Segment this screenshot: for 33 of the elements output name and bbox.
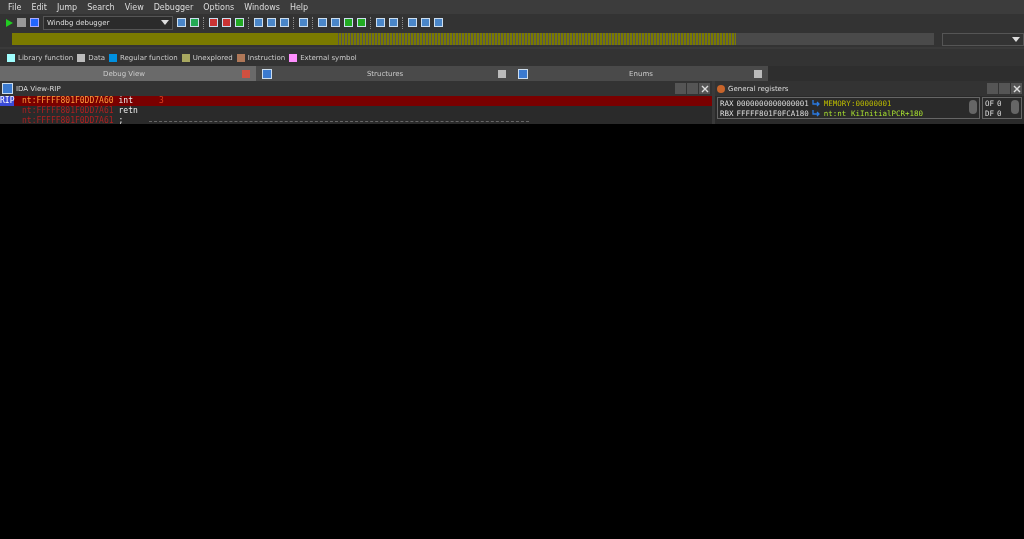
menu-item[interactable]: Search — [82, 2, 120, 12]
code-line[interactable]: nt:FFFFF801F0DD7A61 retn — [0, 106, 712, 116]
table-icon — [262, 68, 272, 79]
arrow-icon — [811, 99, 821, 107]
mnemonic: int — [118, 96, 133, 106]
mnemonic: ; — [118, 116, 124, 124]
close-icon[interactable] — [1011, 83, 1022, 94]
menu-item[interactable]: Options — [198, 2, 240, 12]
code-address: nt:FFFFF801F0DD7A60 — [22, 96, 114, 106]
navigation-band-drawing[interactable] — [12, 33, 934, 45]
menu-item[interactable]: Debugger — [148, 2, 199, 12]
menu-item[interactable]: Edit — [26, 2, 52, 12]
menu-item[interactable]: Help — [284, 2, 314, 12]
stop-icon[interactable] — [30, 18, 39, 27]
mnemonic: retn — [118, 106, 138, 116]
dropdown-field[interactable] — [942, 32, 1024, 46]
menu-item[interactable]: Windows — [239, 2, 285, 12]
window-icon[interactable] — [299, 18, 308, 27]
arrow-icon — [811, 109, 821, 117]
code-address: nt:FFFFF801F0DD7A61 — [22, 106, 114, 116]
scrollbar-thumb[interactable] — [1011, 100, 1019, 114]
menu-item[interactable]: File — [3, 2, 27, 12]
close-icon[interactable] — [754, 69, 762, 78]
table-icon — [518, 68, 528, 79]
menu-item[interactable]: Jump — [51, 2, 83, 12]
scrollbar-thumb[interactable] — [969, 100, 977, 114]
window-icon — [2, 83, 13, 94]
close-icon[interactable] — [498, 69, 506, 78]
operand: 3 — [158, 96, 164, 106]
code-address: nt:FFFFF801F0DD7A61 — [22, 116, 114, 124]
close-icon[interactable] — [699, 83, 710, 94]
menu-item[interactable]: View — [119, 2, 149, 12]
code-line[interactable]: nt:FFFFF801F0DD7A61 ; — [0, 116, 712, 124]
